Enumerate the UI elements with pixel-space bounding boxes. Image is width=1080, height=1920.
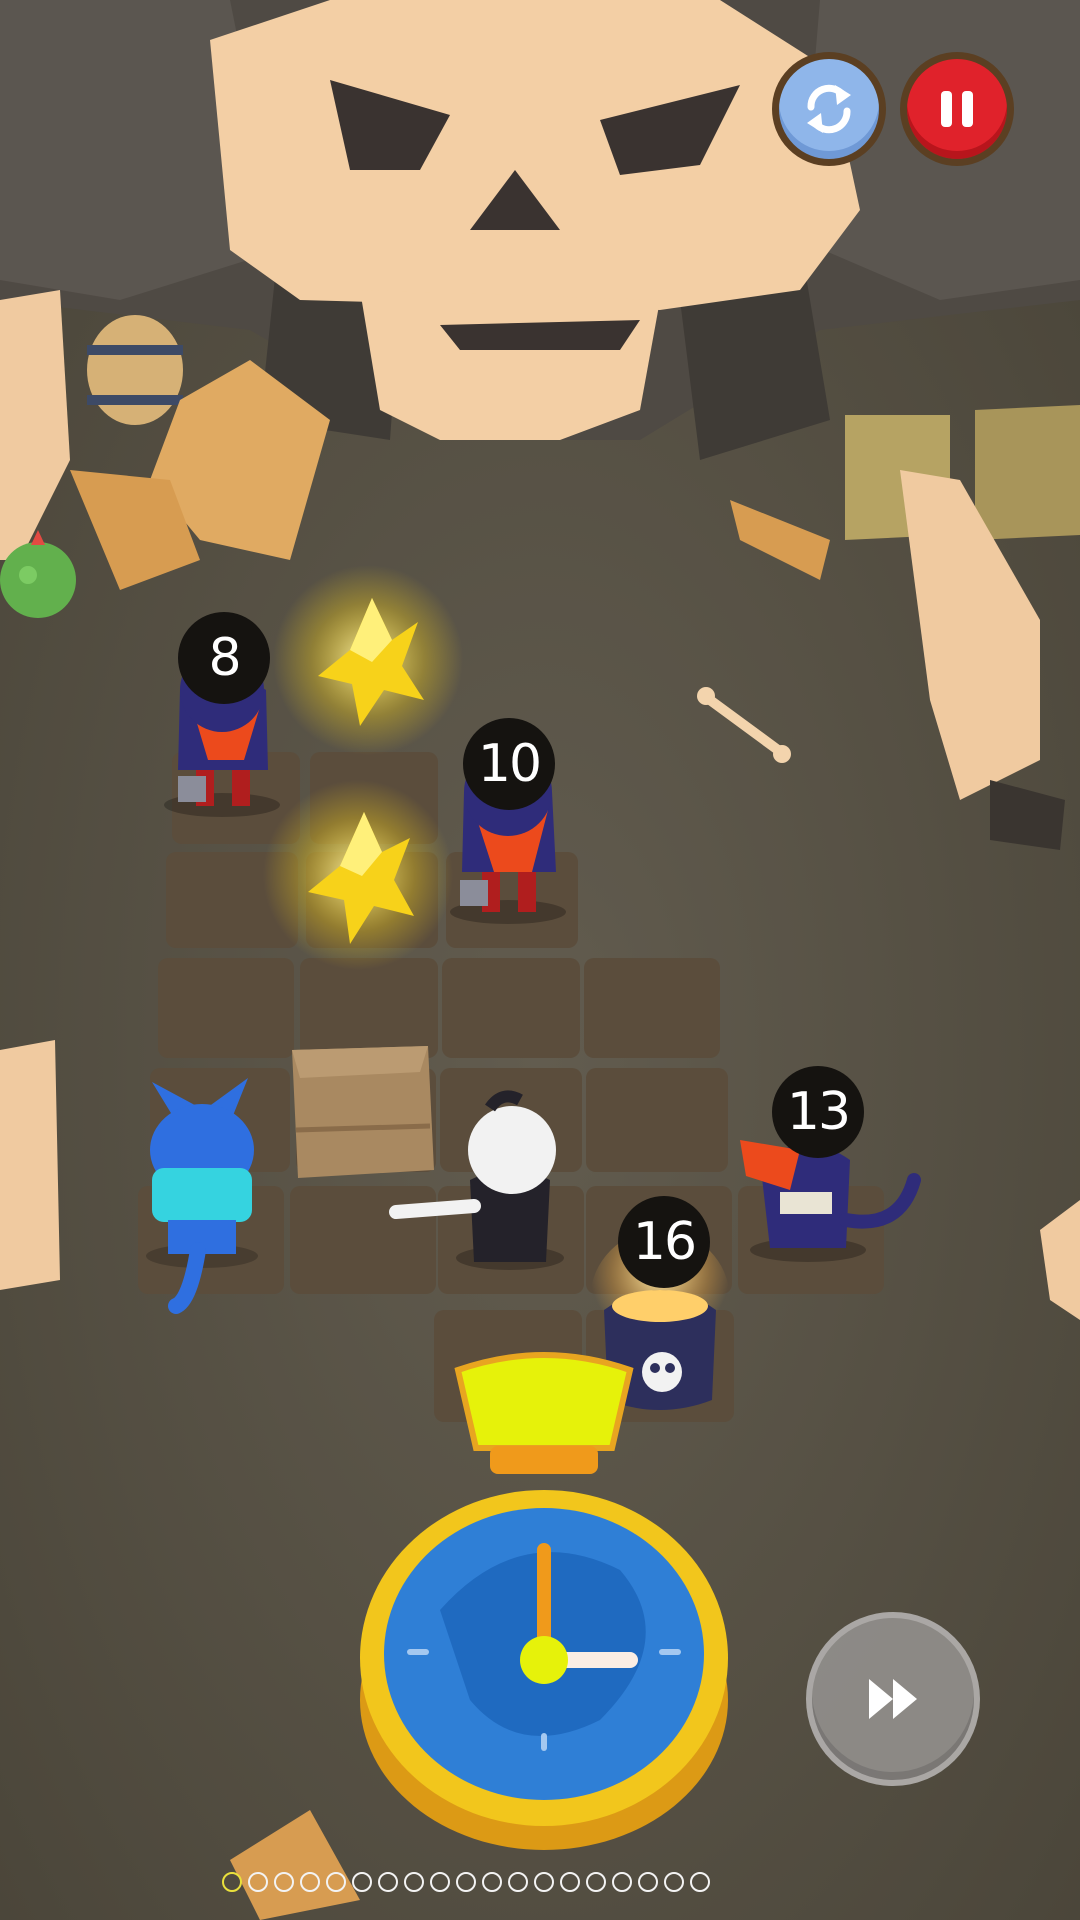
enemy-turn-badge: 10: [463, 718, 555, 810]
restart-button[interactable]: [772, 52, 886, 166]
star-pickup: [263, 780, 453, 970]
progress-dot: [456, 1872, 476, 1892]
fast-forward-icon: [869, 1679, 917, 1719]
progress-dot: [690, 1872, 710, 1892]
progress-dot: [404, 1872, 424, 1892]
wooden-box-obstacle: [292, 1046, 434, 1178]
bomb-countdown-badge: 16: [618, 1196, 710, 1288]
progress-dot: [664, 1872, 684, 1892]
progress-dot: [638, 1872, 658, 1892]
progress-dot: [508, 1872, 528, 1892]
level-progress-dots: [222, 1872, 710, 1898]
enemy-turn-badge: 8: [178, 612, 270, 704]
pause-button[interactable]: [900, 52, 1014, 166]
progress-dot: [430, 1872, 450, 1892]
enemy-turn-badge: 13: [772, 1066, 864, 1158]
progress-dot: [274, 1872, 294, 1892]
star-pickup: [273, 565, 463, 755]
fast-forward-button[interactable]: [806, 1612, 980, 1786]
progress-dot: [300, 1872, 320, 1892]
progress-dot: [326, 1872, 346, 1892]
progress-dot: [378, 1872, 398, 1892]
progress-dot: [534, 1872, 554, 1892]
progress-dot: [248, 1872, 268, 1892]
progress-dot: [352, 1872, 372, 1892]
progress-dot: [222, 1872, 242, 1892]
progress-dot: [612, 1872, 632, 1892]
progress-dot: [586, 1872, 606, 1892]
progress-dot: [482, 1872, 502, 1892]
pause-icon: [941, 91, 973, 127]
refresh-icon: [807, 84, 851, 134]
progress-dot: [560, 1872, 580, 1892]
game-stage: 8 10 13 16: [0, 0, 1080, 1920]
